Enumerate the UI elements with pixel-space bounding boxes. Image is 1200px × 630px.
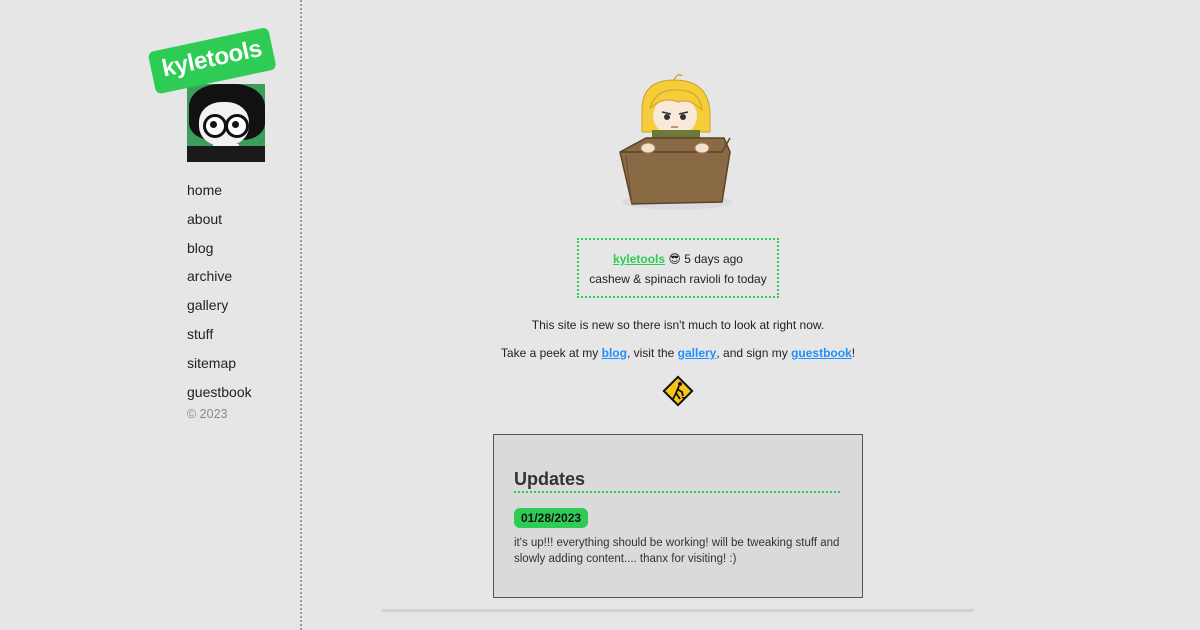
status-box: kyletools 😎 5 days ago cashew & spinach … [577, 238, 779, 298]
guestbook-link[interactable]: guestbook [791, 346, 852, 360]
gallery-link[interactable]: gallery [678, 346, 717, 360]
intro-text: , and sign my [716, 346, 792, 360]
page: kyletools home about blog archive galler… [0, 0, 1200, 630]
nav-item-archive[interactable]: archive [187, 262, 252, 291]
status-message: cashew & spinach ravioli fo today [589, 272, 767, 286]
updates-panel: Updates 01/28/2023 it's up!!! everything… [493, 434, 863, 598]
intro-line-2: Take a peek at my blog, visit the galler… [380, 346, 976, 360]
updates-title: Updates [514, 469, 840, 493]
update-date-badge: 01/28/2023 [514, 508, 589, 528]
status-user-link[interactable]: kyletools [613, 252, 665, 266]
construction-sign-icon [662, 375, 694, 407]
blog-link[interactable]: blog [602, 346, 627, 360]
intro-line-1: This site is new so there isn't much to … [531, 318, 825, 332]
sidebar: kyletools home about blog archive galler… [0, 0, 302, 630]
copyright: © 2023 [187, 407, 228, 421]
intro-text: , visit the [626, 346, 678, 360]
nav-item-home[interactable]: home [187, 176, 252, 205]
girl-in-box-illustration [619, 74, 732, 210]
nav-menu: home about blog archive gallery stuff si… [187, 176, 252, 406]
status-time: 5 days ago [684, 252, 743, 266]
intro-text: ! [851, 346, 856, 360]
footer-divider [382, 609, 974, 612]
nav-item-blog[interactable]: blog [187, 234, 252, 263]
nav-item-stuff[interactable]: stuff [187, 320, 252, 349]
nav-item-gallery[interactable]: gallery [187, 291, 252, 320]
site-logo[interactable]: kyletools [147, 26, 280, 170]
status-emoji: 😎 [668, 252, 681, 266]
intro-text: Take a peek at my [500, 346, 602, 360]
nav-item-about[interactable]: about [187, 205, 252, 234]
nav-item-sitemap[interactable]: sitemap [187, 349, 252, 378]
nav-item-guestbook[interactable]: guestbook [187, 378, 252, 407]
avatar [187, 84, 265, 162]
update-text: it's up!!! everything should be working!… [514, 537, 840, 565]
